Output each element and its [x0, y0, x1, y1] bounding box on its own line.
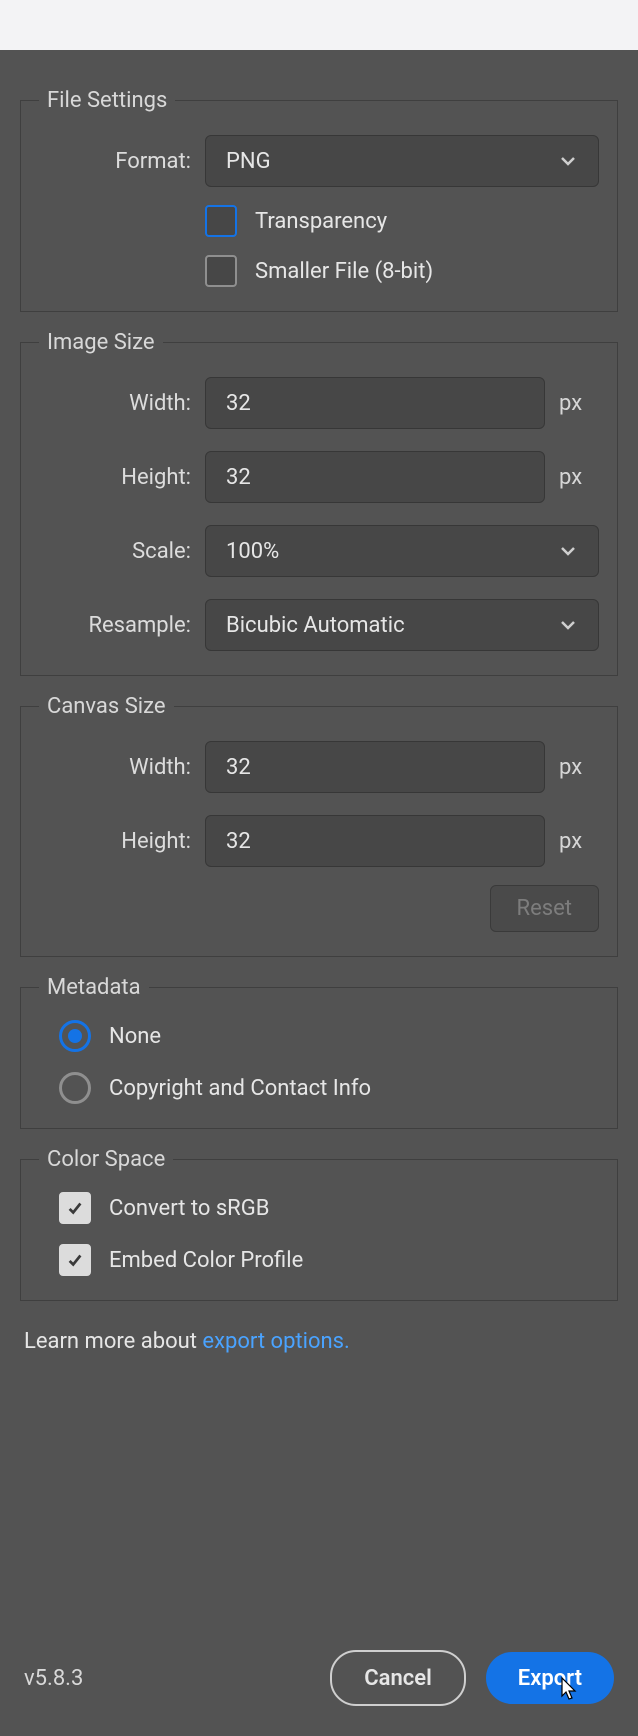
- image-size-legend: Image Size: [39, 330, 163, 355]
- transparency-checkbox[interactable]: [205, 205, 237, 237]
- resample-select[interactable]: Bicubic Automatic: [205, 599, 599, 651]
- export-button-label: Export: [518, 1666, 582, 1691]
- reset-button[interactable]: Reset: [490, 885, 599, 932]
- format-select[interactable]: PNG: [205, 135, 599, 187]
- scale-label: Scale:: [39, 539, 205, 564]
- format-label: Format:: [39, 149, 205, 174]
- width-value: 32: [226, 391, 251, 416]
- metadata-copyright-label: Copyright and Contact Info: [109, 1076, 371, 1101]
- canvas-height-value: 32: [226, 829, 251, 854]
- footer-bar: v5.8.3 Cancel Export: [24, 1650, 614, 1706]
- canvas-size-group: Canvas Size Width: 32 px Height: 32 px R…: [20, 694, 618, 957]
- resample-value: Bicubic Automatic: [226, 613, 405, 638]
- embed-profile-label: Embed Color Profile: [109, 1248, 303, 1273]
- metadata-none-radio[interactable]: [59, 1020, 91, 1052]
- height-unit: px: [545, 465, 599, 490]
- canvas-height-unit: px: [545, 829, 599, 854]
- scale-select[interactable]: 100%: [205, 525, 599, 577]
- canvas-width-label: Width:: [39, 755, 205, 780]
- height-input[interactable]: 32: [205, 451, 545, 503]
- metadata-none-label: None: [109, 1024, 161, 1049]
- smaller-file-label: Smaller File (8-bit): [255, 259, 433, 284]
- learn-more-link[interactable]: export options.: [202, 1329, 349, 1354]
- learn-prefix: Learn more about: [24, 1329, 202, 1354]
- learn-more-text: Learn more about export options.: [24, 1329, 614, 1354]
- width-label: Width:: [39, 391, 205, 416]
- canvas-height-label: Height:: [39, 829, 205, 854]
- transparency-label: Transparency: [255, 209, 387, 234]
- width-input[interactable]: 32: [205, 377, 545, 429]
- export-panel: File Settings Format: PNG Transparency S…: [0, 50, 638, 1354]
- canvas-width-unit: px: [545, 755, 599, 780]
- export-button[interactable]: Export: [486, 1652, 614, 1704]
- smaller-file-checkbox[interactable]: [205, 255, 237, 287]
- metadata-copyright-radio[interactable]: [59, 1072, 91, 1104]
- color-space-group: Color Space Convert to sRGB Embed Color …: [20, 1147, 618, 1301]
- file-settings-group: File Settings Format: PNG Transparency S…: [20, 88, 618, 312]
- chevron-down-icon: [558, 615, 578, 635]
- convert-srgb-checkbox[interactable]: [59, 1192, 91, 1224]
- image-size-group: Image Size Width: 32 px Height: 32 px Sc…: [20, 330, 618, 676]
- color-space-legend: Color Space: [39, 1147, 173, 1172]
- height-value: 32: [226, 465, 251, 490]
- chevron-down-icon: [558, 151, 578, 171]
- title-bar: [0, 0, 638, 50]
- canvas-size-legend: Canvas Size: [39, 694, 174, 719]
- file-settings-legend: File Settings: [39, 88, 175, 113]
- format-value: PNG: [226, 149, 271, 174]
- scale-value: 100%: [226, 539, 279, 564]
- metadata-legend: Metadata: [39, 975, 149, 1000]
- embed-profile-checkbox[interactable]: [59, 1244, 91, 1276]
- cancel-button[interactable]: Cancel: [330, 1650, 466, 1706]
- convert-srgb-label: Convert to sRGB: [109, 1196, 269, 1221]
- metadata-group: Metadata None Copyright and Contact Info: [20, 975, 618, 1129]
- canvas-width-input[interactable]: 32: [205, 741, 545, 793]
- chevron-down-icon: [558, 541, 578, 561]
- version-label: v5.8.3: [24, 1666, 83, 1691]
- canvas-width-value: 32: [226, 755, 251, 780]
- height-label: Height:: [39, 465, 205, 490]
- canvas-height-input[interactable]: 32: [205, 815, 545, 867]
- width-unit: px: [545, 391, 599, 416]
- resample-label: Resample:: [39, 613, 205, 638]
